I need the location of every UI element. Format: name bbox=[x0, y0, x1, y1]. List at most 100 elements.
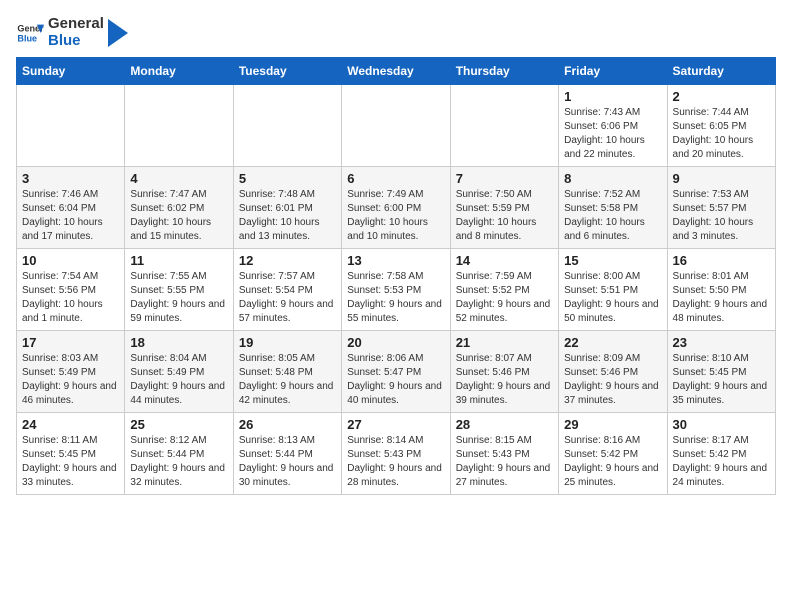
day-info: Sunrise: 7:43 AM Sunset: 6:06 PM Dayligh… bbox=[564, 106, 661, 162]
day-info: Sunrise: 8:04 AM Sunset: 5:49 PM Dayligh… bbox=[130, 352, 227, 408]
day-info: Sunrise: 8:06 AM Sunset: 5:47 PM Dayligh… bbox=[347, 352, 444, 408]
day-info: Sunrise: 8:07 AM Sunset: 5:46 PM Dayligh… bbox=[456, 352, 553, 408]
day-number: 9 bbox=[673, 171, 770, 186]
day-number: 15 bbox=[564, 253, 661, 268]
weekday-header-sunday: Sunday bbox=[17, 58, 125, 85]
calendar-cell: 17 Sunrise: 8:03 AM Sunset: 5:49 PM Dayli… bbox=[17, 331, 125, 413]
weekday-header-tuesday: Tuesday bbox=[233, 58, 341, 85]
day-info: Sunrise: 7:57 AM Sunset: 5:54 PM Dayligh… bbox=[239, 270, 336, 326]
calendar-cell: 27Sunrise: 8:14 AM Sunset: 5:43 PM Dayli… bbox=[342, 413, 450, 495]
calendar-cell: 6 Sunrise: 7:49 AM Sunset: 6:00 PM Daylig… bbox=[342, 167, 450, 249]
logo-general: General bbox=[48, 16, 104, 33]
calendar-cell: 13Sunrise: 7:58 AM Sunset: 5:53 PM Dayli… bbox=[342, 249, 450, 331]
day-number: 23 bbox=[673, 335, 770, 350]
day-info: Sunrise: 7:46 AM Sunset: 6:04 PM Dayligh… bbox=[22, 188, 119, 244]
day-info: Sunrise: 7:49 AM Sunset: 6:00 PM Dayligh… bbox=[347, 188, 444, 244]
calendar-table: SundayMondayTuesdayWednesdayThursdayFrid… bbox=[16, 57, 776, 495]
day-number: 21 bbox=[456, 335, 553, 350]
day-number: 28 bbox=[456, 417, 553, 432]
day-number: 17 bbox=[22, 335, 119, 350]
calendar-cell: 23Sunrise: 8:10 AM Sunset: 5:45 PM Dayli… bbox=[667, 331, 775, 413]
calendar-cell bbox=[342, 85, 450, 167]
week-row-2: 3 Sunrise: 7:46 AM Sunset: 6:04 PM Daylig… bbox=[17, 167, 776, 249]
day-info: Sunrise: 8:00 AM Sunset: 5:51 PM Dayligh… bbox=[564, 270, 661, 326]
day-number: 19 bbox=[239, 335, 336, 350]
calendar-cell: 15 Sunrise: 8:00 AM Sunset: 5:51 PM Dayli… bbox=[559, 249, 667, 331]
day-info: Sunrise: 7:59 AM Sunset: 5:52 PM Dayligh… bbox=[456, 270, 553, 326]
day-number: 3 bbox=[22, 171, 119, 186]
logo-icon: General Blue bbox=[16, 19, 44, 47]
calendar-cell: 4Sunrise: 7:47 AM Sunset: 6:02 PM Daylig… bbox=[125, 167, 233, 249]
calendar-cell: 21 Sunrise: 8:07 AM Sunset: 5:46 PM Dayli… bbox=[450, 331, 558, 413]
day-number: 10 bbox=[22, 253, 119, 268]
day-number: 16 bbox=[673, 253, 770, 268]
week-row-4: 17 Sunrise: 8:03 AM Sunset: 5:49 PM Dayli… bbox=[17, 331, 776, 413]
logo: General Blue General Blue bbox=[16, 16, 128, 49]
day-number: 30 bbox=[673, 417, 770, 432]
logo-blue: Blue bbox=[48, 33, 104, 50]
day-number: 7 bbox=[456, 171, 553, 186]
calendar-cell: 2 Sunrise: 7:44 AM Sunset: 6:05 PM Daylig… bbox=[667, 85, 775, 167]
day-info: Sunrise: 7:52 AM Sunset: 5:58 PM Dayligh… bbox=[564, 188, 661, 244]
calendar-cell: 25 Sunrise: 8:12 AM Sunset: 5:44 PM Dayli… bbox=[125, 413, 233, 495]
calendar-cell: 12Sunrise: 7:57 AM Sunset: 5:54 PM Dayli… bbox=[233, 249, 341, 331]
calendar-cell bbox=[125, 85, 233, 167]
day-info: Sunrise: 7:48 AM Sunset: 6:01 PM Dayligh… bbox=[239, 188, 336, 244]
week-row-1: 1 Sunrise: 7:43 AM Sunset: 6:06 PM Daylig… bbox=[17, 85, 776, 167]
day-number: 4 bbox=[130, 171, 227, 186]
weekday-header-saturday: Saturday bbox=[667, 58, 775, 85]
week-row-3: 10 Sunrise: 7:54 AM Sunset: 5:56 PM Dayli… bbox=[17, 249, 776, 331]
calendar-cell: 28 Sunrise: 8:15 AM Sunset: 5:43 PM Dayli… bbox=[450, 413, 558, 495]
calendar-cell: 9 Sunrise: 7:53 AM Sunset: 5:57 PM Daylig… bbox=[667, 167, 775, 249]
logo-arrow-icon bbox=[108, 19, 128, 47]
day-info: Sunrise: 8:12 AM Sunset: 5:44 PM Dayligh… bbox=[130, 434, 227, 490]
day-number: 5 bbox=[239, 171, 336, 186]
day-info: Sunrise: 8:15 AM Sunset: 5:43 PM Dayligh… bbox=[456, 434, 553, 490]
weekday-header-thursday: Thursday bbox=[450, 58, 558, 85]
calendar-cell: 20 Sunrise: 8:06 AM Sunset: 5:47 PM Dayli… bbox=[342, 331, 450, 413]
day-info: Sunrise: 7:58 AM Sunset: 5:53 PM Dayligh… bbox=[347, 270, 444, 326]
day-info: Sunrise: 7:54 AM Sunset: 5:56 PM Dayligh… bbox=[22, 270, 119, 326]
day-info: Sunrise: 8:01 AM Sunset: 5:50 PM Dayligh… bbox=[673, 270, 770, 326]
header: General Blue General Blue bbox=[16, 16, 776, 49]
day-number: 1 bbox=[564, 89, 661, 104]
day-info: Sunrise: 7:55 AM Sunset: 5:55 PM Dayligh… bbox=[130, 270, 227, 326]
day-number: 8 bbox=[564, 171, 661, 186]
calendar-cell: 30Sunrise: 8:17 AM Sunset: 5:42 PM Dayli… bbox=[667, 413, 775, 495]
day-info: Sunrise: 8:05 AM Sunset: 5:48 PM Dayligh… bbox=[239, 352, 336, 408]
day-number: 24 bbox=[22, 417, 119, 432]
day-number: 11 bbox=[130, 253, 227, 268]
day-number: 25 bbox=[130, 417, 227, 432]
weekday-header-monday: Monday bbox=[125, 58, 233, 85]
day-number: 6 bbox=[347, 171, 444, 186]
day-info: Sunrise: 8:03 AM Sunset: 5:49 PM Dayligh… bbox=[22, 352, 119, 408]
calendar-cell: 5 Sunrise: 7:48 AM Sunset: 6:01 PM Daylig… bbox=[233, 167, 341, 249]
day-number: 22 bbox=[564, 335, 661, 350]
calendar-cell: 10 Sunrise: 7:54 AM Sunset: 5:56 PM Dayli… bbox=[17, 249, 125, 331]
day-number: 29 bbox=[564, 417, 661, 432]
calendar-cell: 26Sunrise: 8:13 AM Sunset: 5:44 PM Dayli… bbox=[233, 413, 341, 495]
calendar-cell: 3 Sunrise: 7:46 AM Sunset: 6:04 PM Daylig… bbox=[17, 167, 125, 249]
day-info: Sunrise: 7:53 AM Sunset: 5:57 PM Dayligh… bbox=[673, 188, 770, 244]
day-number: 20 bbox=[347, 335, 444, 350]
day-info: Sunrise: 8:09 AM Sunset: 5:46 PM Dayligh… bbox=[564, 352, 661, 408]
day-info: Sunrise: 7:50 AM Sunset: 5:59 PM Dayligh… bbox=[456, 188, 553, 244]
calendar-cell: 1 Sunrise: 7:43 AM Sunset: 6:06 PM Daylig… bbox=[559, 85, 667, 167]
day-info: Sunrise: 7:44 AM Sunset: 6:05 PM Dayligh… bbox=[673, 106, 770, 162]
weekday-header-row: SundayMondayTuesdayWednesdayThursdayFrid… bbox=[17, 58, 776, 85]
calendar-cell: 24 Sunrise: 8:11 AM Sunset: 5:45 PM Dayli… bbox=[17, 413, 125, 495]
day-number: 26 bbox=[239, 417, 336, 432]
calendar-cell: 22 Sunrise: 8:09 AM Sunset: 5:46 PM Dayli… bbox=[559, 331, 667, 413]
weekday-header-friday: Friday bbox=[559, 58, 667, 85]
day-number: 2 bbox=[673, 89, 770, 104]
calendar-cell: 7 Sunrise: 7:50 AM Sunset: 5:59 PM Daylig… bbox=[450, 167, 558, 249]
calendar-cell: 29Sunrise: 8:16 AM Sunset: 5:42 PM Dayli… bbox=[559, 413, 667, 495]
day-number: 14 bbox=[456, 253, 553, 268]
calendar-cell bbox=[17, 85, 125, 167]
day-info: Sunrise: 8:14 AM Sunset: 5:43 PM Dayligh… bbox=[347, 434, 444, 490]
svg-text:Blue: Blue bbox=[17, 33, 37, 43]
calendar-cell: 18Sunrise: 8:04 AM Sunset: 5:49 PM Dayli… bbox=[125, 331, 233, 413]
weekday-header-wednesday: Wednesday bbox=[342, 58, 450, 85]
calendar-cell bbox=[450, 85, 558, 167]
day-info: Sunrise: 8:11 AM Sunset: 5:45 PM Dayligh… bbox=[22, 434, 119, 490]
